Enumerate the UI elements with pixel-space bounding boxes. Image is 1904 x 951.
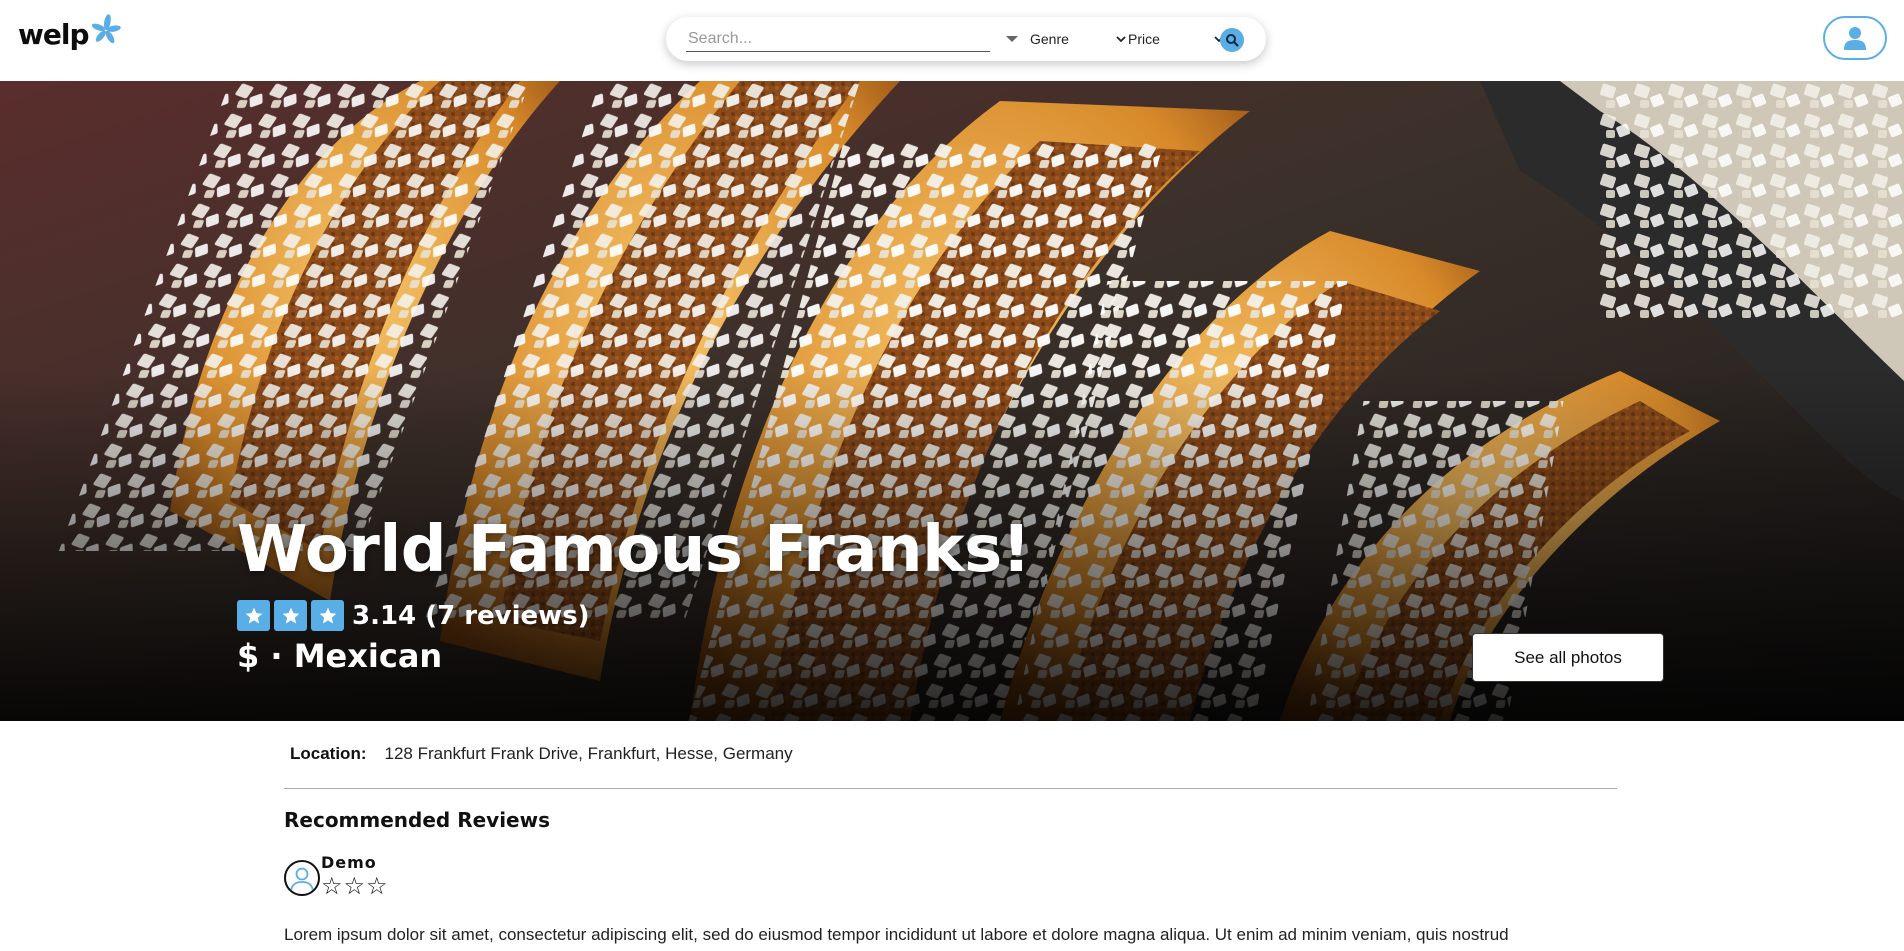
- genre-select[interactable]: Genre: [1030, 27, 1126, 51]
- star-icon: [319, 607, 336, 623]
- price-select[interactable]: Price: [1128, 27, 1224, 51]
- location-label: Location:: [290, 744, 367, 763]
- search-button[interactable]: [1220, 28, 1244, 52]
- reviews-heading: Recommended Reviews: [284, 808, 551, 832]
- search-bar: Genre Price: [666, 17, 1266, 61]
- search-dropdown-caret-icon[interactable]: [1006, 36, 1018, 42]
- hero-banner: World Famous Franks! 3.14 (7 reviews) $ …: [0, 81, 1904, 721]
- welp-logo[interactable]: welp: [18, 14, 121, 54]
- logo-burst-icon: [91, 14, 121, 44]
- star-icon: [245, 607, 262, 623]
- price-genre: $ · Mexican: [237, 637, 443, 675]
- profile-button[interactable]: [1823, 16, 1887, 60]
- location-row: Location: 128 Frankfurt Frank Drive, Fra…: [290, 744, 793, 764]
- rating-summary: 3.14 (7 reviews): [237, 600, 590, 631]
- location-value: 128 Frankfurt Frank Drive, Frankfurt, He…: [384, 744, 793, 763]
- user-icon: [1844, 27, 1866, 50]
- restaurant-name: World Famous Franks!: [237, 513, 1031, 587]
- avatar[interactable]: [284, 860, 320, 896]
- reviewer-name[interactable]: Demo: [321, 853, 377, 872]
- rating-star-icon: [311, 600, 344, 631]
- search-icon: [1226, 34, 1239, 47]
- see-all-photos-button[interactable]: See all photos: [1472, 633, 1664, 682]
- price-select-label: Price: [1128, 31, 1160, 47]
- rating-star-icon: [274, 600, 307, 631]
- star-outline-icon: ☆: [321, 873, 343, 900]
- top-navbar: welp Genre Price: [0, 0, 1904, 81]
- search-input[interactable]: [686, 26, 990, 52]
- rating-star-icon: [237, 600, 270, 631]
- section-divider: [284, 788, 1617, 789]
- user-icon: [290, 867, 314, 893]
- star-outline-icon: ☆: [343, 873, 366, 900]
- star-outline-icon: ☆: [366, 873, 388, 900]
- chevron-down-icon: [1116, 36, 1126, 43]
- star-icon: [282, 607, 299, 623]
- genre-select-label: Genre: [1030, 31, 1069, 47]
- logo-text: welp: [18, 17, 89, 51]
- review-text: Lorem ipsum dolor sit amet, consectetur …: [284, 925, 1509, 944]
- rating-text: 3.14 (7 reviews): [352, 600, 590, 631]
- review-rating: ☆ ☆ ☆: [321, 874, 389, 900]
